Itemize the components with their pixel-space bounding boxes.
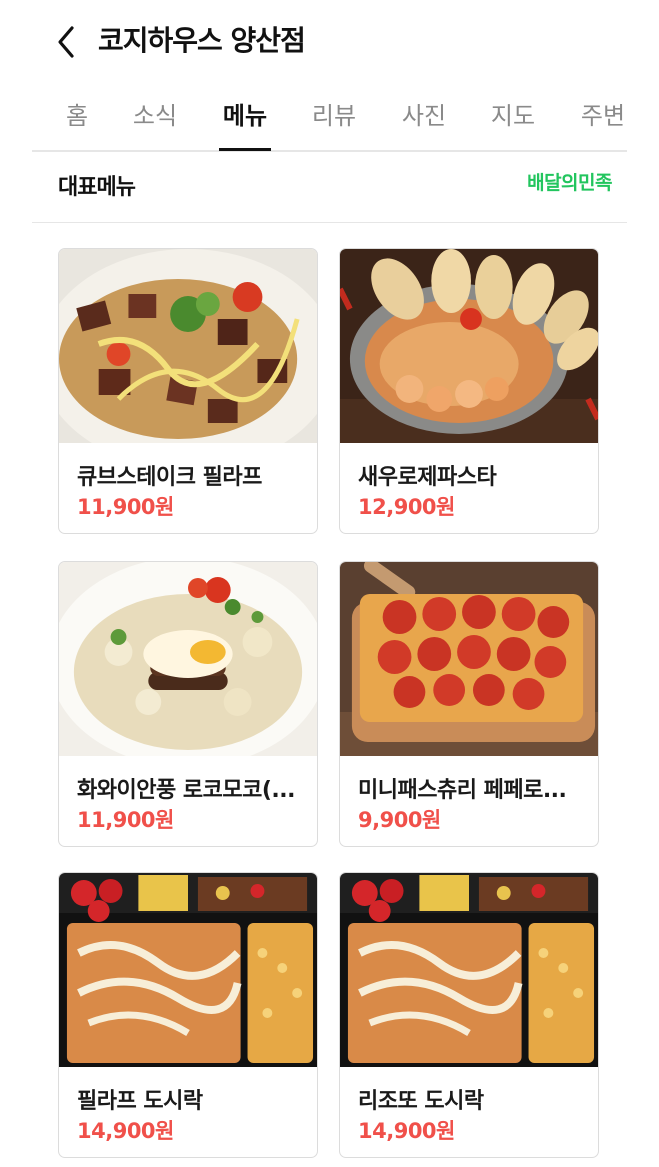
menu-card[interactable]: 새우로제파스타 12,900원 — [339, 248, 599, 534]
tab-home[interactable]: 홈 — [62, 96, 92, 148]
menu-name: 리조또 도시락 — [358, 1089, 484, 1114]
tab-bar: 홈 소식 메뉴 리뷰 사진 지도 주변 — [32, 86, 627, 152]
menu-name: 필라프 도시락 — [77, 1089, 203, 1114]
menu-price: 9,900원 — [358, 808, 441, 832]
section-title: 대표메뉴 — [58, 175, 136, 200]
tab-nearby[interactable]: 주변 — [580, 96, 626, 148]
menu-name: 화와이안풍 로코모코(... — [77, 778, 295, 803]
menu-card[interactable]: 미니패스츄리 페페로... 9,900원 — [339, 561, 599, 847]
menu-photo — [59, 873, 317, 1067]
menu-card[interactable]: 리조또 도시락 14,900원 — [339, 872, 599, 1158]
menu-card[interactable]: 화와이안풍 로코모코(... 11,900원 — [58, 561, 318, 847]
menu-photo — [340, 873, 598, 1067]
page-title: 코지하우스 양산점 — [98, 24, 306, 57]
menu-price: 14,900원 — [358, 1119, 455, 1143]
tab-map[interactable]: 지도 — [490, 96, 536, 148]
tab-reviews[interactable]: 리뷰 — [311, 96, 357, 148]
menu-name: 새우로제파스타 — [358, 465, 497, 490]
menu-price: 12,900원 — [358, 495, 455, 519]
menu-name: 미니패스츄리 페페로... — [358, 778, 567, 803]
menu-price: 14,900원 — [77, 1119, 174, 1143]
chevron-left-icon — [58, 26, 74, 58]
tab-photos[interactable]: 사진 — [401, 96, 447, 148]
menu-photo — [340, 249, 598, 443]
menu-price: 11,900원 — [77, 495, 174, 519]
menu-photo — [59, 249, 317, 443]
delivery-partner-link[interactable]: 배달의민족 — [527, 168, 612, 195]
menu-card[interactable]: 필라프 도시락 14,900원 — [58, 872, 318, 1158]
menu-card[interactable]: 큐브스테이크 필라프 11,900원 — [58, 248, 318, 534]
tab-news[interactable]: 소식 — [132, 96, 178, 148]
tab-menu[interactable]: 메뉴 — [219, 96, 271, 151]
menu-photo — [340, 562, 598, 756]
menu-price: 11,900원 — [77, 808, 174, 832]
menu-name: 큐브스테이크 필라프 — [77, 465, 262, 490]
app-header: 코지하우스 양산점 — [0, 0, 659, 86]
menu-photo — [59, 562, 317, 756]
back-button[interactable] — [52, 22, 84, 62]
section-header: 대표메뉴 배달의민족 — [32, 152, 627, 223]
